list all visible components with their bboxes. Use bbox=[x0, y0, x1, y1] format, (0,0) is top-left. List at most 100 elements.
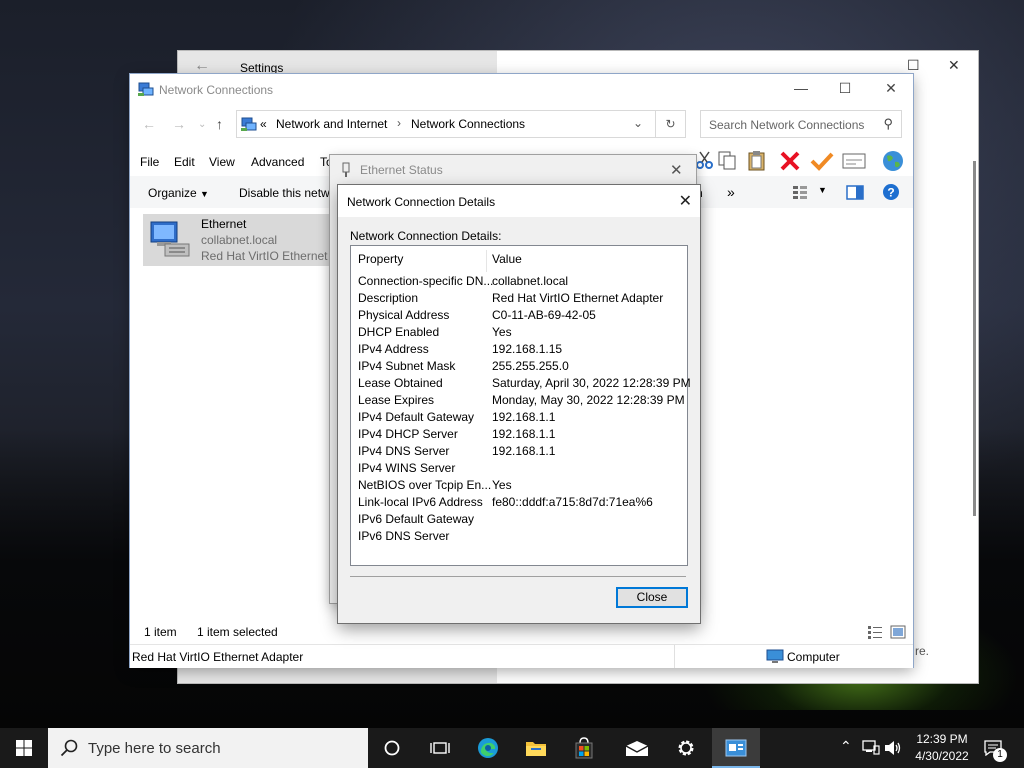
up-icon[interactable]: ↑ bbox=[216, 116, 223, 132]
details-value: collabnet.local bbox=[492, 274, 569, 288]
details-property: Connection-specific DN... bbox=[358, 274, 494, 288]
show-hidden-icons-icon[interactable]: ⌃ bbox=[840, 738, 852, 755]
details-row[interactable]: IPv6 Default Gateway bbox=[351, 512, 687, 529]
action-center-button[interactable]: 1 bbox=[980, 728, 1024, 768]
envelope-icon bbox=[625, 741, 649, 756]
start-button[interactable] bbox=[0, 728, 48, 768]
recent-locations-icon[interactable]: ⌄ bbox=[198, 119, 206, 130]
details-row[interactable]: Physical Address C0-11-AB-69-42-05 bbox=[351, 308, 687, 325]
details-value: Yes bbox=[492, 478, 512, 492]
menu-file[interactable]: File bbox=[140, 155, 159, 169]
close-button[interactable]: Close bbox=[616, 587, 688, 608]
settings-icon[interactable] bbox=[662, 728, 710, 768]
details-property: IPv4 Address bbox=[358, 342, 429, 356]
search-icon bbox=[60, 739, 78, 757]
close-icon[interactable]: ✕ bbox=[948, 57, 960, 74]
taskbar: Type here to search ⌃ 12:39 PM 4/30/2022… bbox=[0, 728, 1024, 768]
computer-zone-label: Computer bbox=[787, 650, 840, 664]
close-icon[interactable]: ✕ bbox=[670, 161, 683, 179]
properties-icon[interactable] bbox=[842, 152, 866, 170]
preview-pane-icon[interactable] bbox=[846, 185, 864, 200]
ethernet-connection-item[interactable]: Ethernet collabnet.local Red Hat VirtIO … bbox=[143, 214, 343, 266]
details-row[interactable]: Connection-specific DN... collabnet.local bbox=[351, 274, 687, 291]
paste-icon[interactable] bbox=[746, 149, 768, 171]
copy-icon[interactable] bbox=[716, 150, 738, 170]
details-value: Yes bbox=[492, 325, 512, 339]
large-icons-view-icon[interactable] bbox=[890, 625, 906, 639]
details-value: 192.168.1.1 bbox=[492, 410, 556, 424]
view-options-dropdown-icon[interactable]: ▼ bbox=[818, 185, 827, 195]
details-row[interactable]: Lease Expires Monday, May 30, 2022 12:28:… bbox=[351, 393, 687, 410]
column-header-property[interactable]: Property bbox=[358, 246, 403, 272]
clock-time[interactable]: 12:39 PM bbox=[912, 732, 972, 746]
breadcrumb-network-and-internet[interactable]: Network and Internet bbox=[276, 117, 387, 131]
organize-button[interactable]: Organize ▼ bbox=[148, 186, 209, 200]
details-row[interactable]: Lease Obtained Saturday, April 30, 2022 1… bbox=[351, 376, 691, 393]
breadcrumb-network-connections[interactable]: Network Connections bbox=[411, 117, 525, 131]
edge-icon[interactable] bbox=[464, 728, 512, 768]
delete-icon[interactable] bbox=[779, 151, 801, 171]
details-view-icon[interactable] bbox=[867, 625, 883, 639]
mail-icon[interactable] bbox=[614, 728, 662, 768]
settings-scrollbar[interactable] bbox=[973, 161, 976, 516]
details-property: IPv6 Default Gateway bbox=[358, 512, 475, 526]
network-tray-icon[interactable] bbox=[862, 740, 880, 756]
breadcrumb-overflow[interactable]: « bbox=[260, 117, 267, 131]
search-input[interactable]: Search Network Connections ⚲ bbox=[700, 110, 902, 138]
details-row[interactable]: IPv4 Subnet Mask 255.255.255.0 bbox=[351, 359, 687, 376]
task-view-icon[interactable] bbox=[416, 728, 464, 768]
close-icon[interactable]: ✕ bbox=[679, 191, 692, 211]
globe-icon[interactable] bbox=[881, 150, 905, 172]
details-row[interactable]: IPv4 Default Gateway 192.168.1.1 bbox=[351, 410, 687, 427]
minimize-icon[interactable]: — bbox=[786, 80, 816, 100]
details-property: DHCP Enabled bbox=[358, 325, 440, 339]
close-icon[interactable]: ✕ bbox=[876, 80, 906, 100]
refresh-icon[interactable]: ↻ bbox=[656, 110, 686, 138]
disable-network-button[interactable]: Disable this netwo bbox=[239, 186, 336, 200]
chevron-down-icon[interactable]: ⌄ bbox=[633, 116, 643, 130]
checkmark-icon[interactable] bbox=[810, 151, 834, 171]
details-property: IPv4 Subnet Mask bbox=[358, 359, 456, 373]
column-header-divider[interactable] bbox=[486, 250, 487, 272]
network-connections-icon[interactable] bbox=[712, 728, 760, 768]
help-icon[interactable]: ? bbox=[882, 183, 900, 201]
more-commands-button[interactable]: » bbox=[727, 184, 735, 200]
details-row[interactable]: NetBIOS over Tcpip En... Yes bbox=[351, 478, 687, 495]
details-row[interactable]: IPv4 WINS Server bbox=[351, 461, 687, 478]
back-icon[interactable]: ← bbox=[142, 116, 156, 132]
network-connections-titlebar[interactable]: Network Connections — ☐ ✕ bbox=[130, 74, 913, 106]
details-property: IPv4 WINS Server bbox=[358, 461, 456, 475]
maximize-icon[interactable]: ☐ bbox=[907, 57, 920, 74]
menu-advanced[interactable]: Advanced bbox=[251, 155, 304, 169]
details-row[interactable]: IPv4 DNS Server 192.168.1.1 bbox=[351, 444, 687, 461]
clock-date[interactable]: 4/30/2022 bbox=[912, 749, 972, 763]
forward-icon[interactable]: → bbox=[172, 116, 186, 132]
details-row[interactable]: Link-local IPv6 Address fe80::dddf:a715:8… bbox=[351, 495, 687, 512]
menu-view[interactable]: View bbox=[209, 155, 235, 169]
column-header-value[interactable]: Value bbox=[492, 246, 522, 272]
ethernet-status-title: Ethernet Status bbox=[360, 163, 443, 177]
details-listview[interactable]: Property Value Connection-specific DN...… bbox=[350, 245, 691, 566]
view-options-icon[interactable] bbox=[792, 185, 808, 200]
search-icon[interactable]: ⚲ bbox=[883, 116, 893, 132]
details-row[interactable]: Description Red Hat VirtIO Ethernet Adapt… bbox=[351, 291, 687, 308]
file-explorer-icon[interactable] bbox=[512, 728, 560, 768]
cut-icon[interactable] bbox=[694, 150, 716, 170]
details-titlebar[interactable]: Network Connection Details ✕ bbox=[338, 185, 700, 217]
back-arrow-icon[interactable]: ← bbox=[194, 57, 210, 75]
menu-edit[interactable]: Edit bbox=[174, 155, 195, 169]
details-row[interactable]: IPv6 DNS Server bbox=[351, 529, 687, 546]
details-row[interactable]: DHCP Enabled Yes bbox=[351, 325, 687, 342]
details-value: Saturday, April 30, 2022 12:28:39 PM bbox=[492, 376, 691, 390]
details-row[interactable]: IPv4 DHCP Server 192.168.1.1 bbox=[351, 427, 687, 444]
taskbar-search-input[interactable]: Type here to search bbox=[48, 728, 368, 768]
details-row[interactable]: IPv4 Address 192.168.1.15 bbox=[351, 342, 687, 359]
store-icon[interactable] bbox=[560, 728, 608, 768]
breadcrumb-separator-icon[interactable]: › bbox=[397, 116, 401, 130]
details-value: 192.168.1.15 bbox=[492, 342, 563, 356]
item-count: 1 item bbox=[144, 625, 177, 639]
address-bar[interactable]: « Network and Internet › Network Connect… bbox=[236, 110, 656, 138]
volume-icon[interactable] bbox=[884, 740, 902, 756]
cortana-icon[interactable] bbox=[368, 728, 416, 768]
maximize-icon[interactable]: ☐ bbox=[830, 80, 860, 100]
